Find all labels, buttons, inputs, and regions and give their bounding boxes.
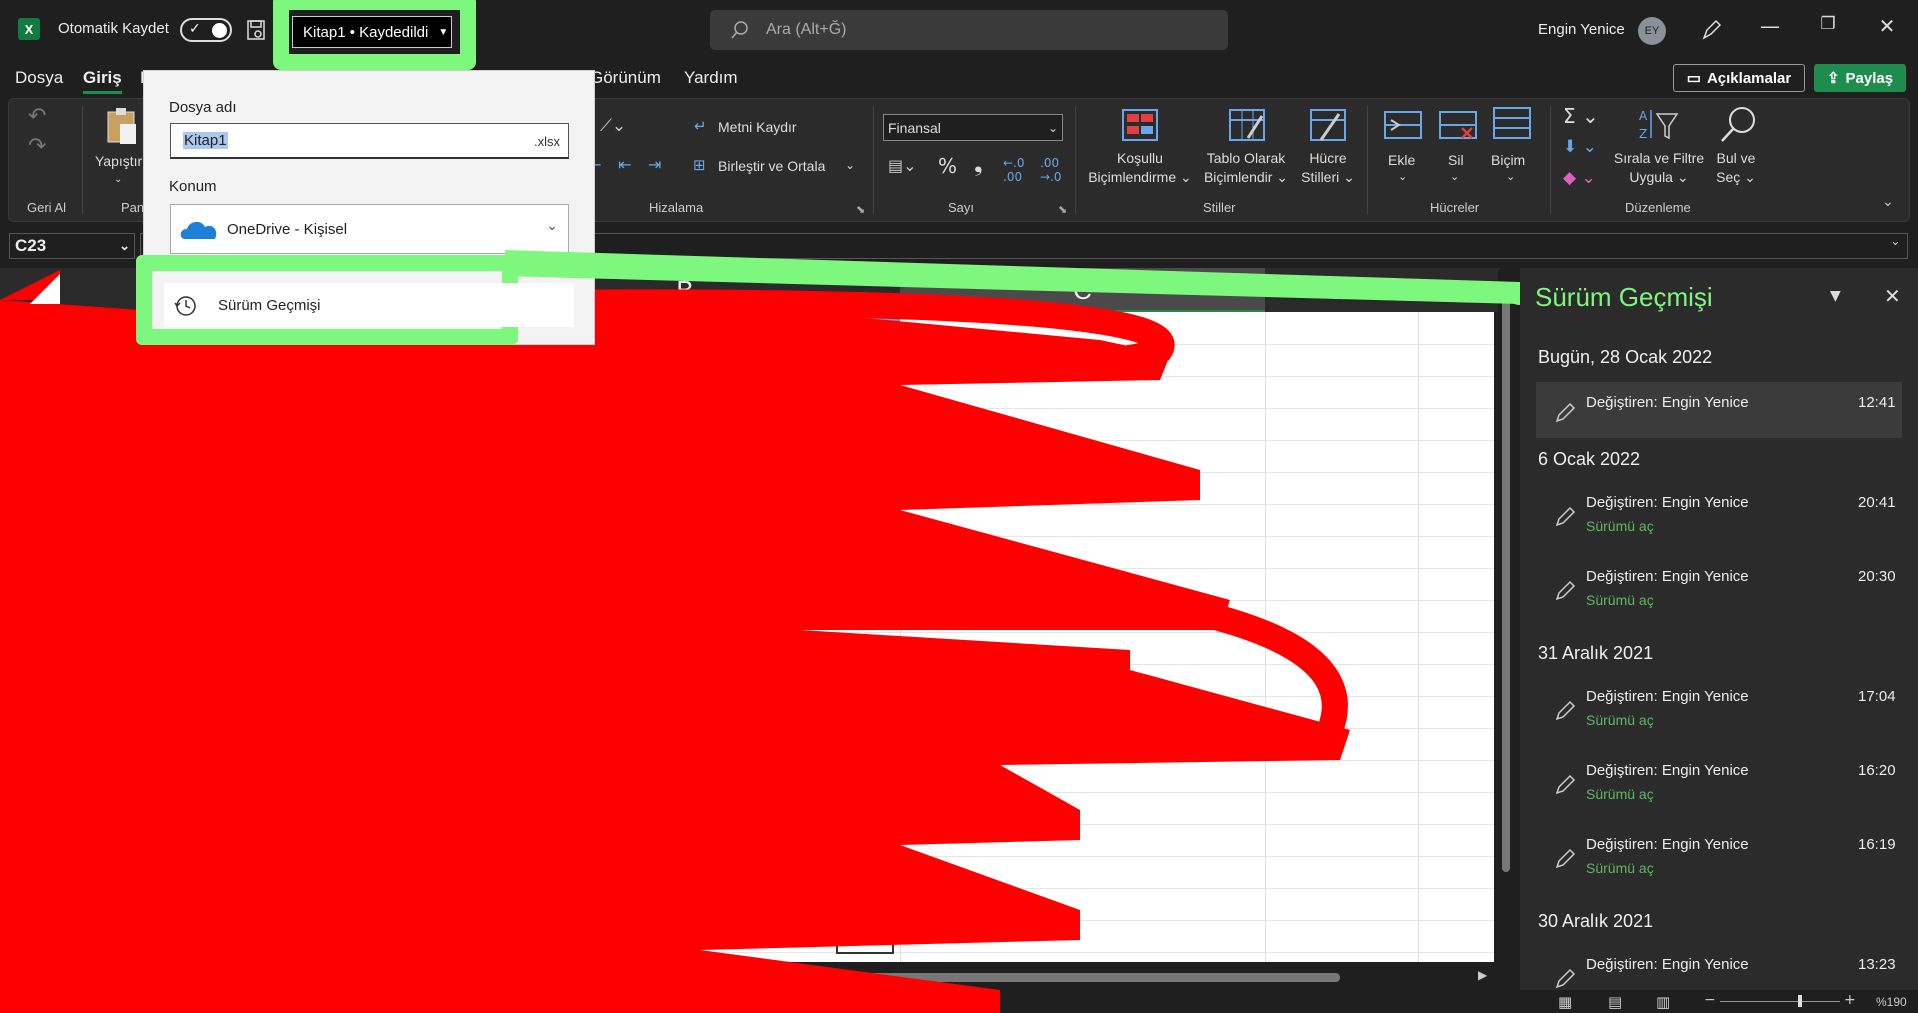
normal-view-icon[interactable]: ▦: [1558, 993, 1572, 1011]
version-author: Değiştiren: Engin Yenice: [1586, 836, 1749, 853]
zoom-slider[interactable]: [1720, 1001, 1840, 1002]
connector-arrow: [505, 250, 1520, 304]
close-icon[interactable]: ✕: [1884, 284, 1901, 308]
version-author: Değiştiren: Engin Yenice: [1586, 494, 1749, 511]
pencil-icon: [1555, 848, 1576, 869]
page-layout-icon[interactable]: ▤: [1608, 993, 1622, 1011]
pencil-icon: [1555, 506, 1576, 527]
open-version-link[interactable]: Sürümü aç: [1586, 712, 1654, 728]
version-item[interactable]: Değiştiren: Engin Yenice 13:23: [1536, 946, 1902, 992]
zoom-in-icon[interactable]: +: [1844, 992, 1856, 1008]
version-date: 31 Aralık 2021: [1538, 643, 1654, 663]
version-time: 20:30: [1858, 568, 1896, 585]
version-item[interactable]: Değiştiren: Engin Yenice 17:04 Sürümü aç: [1536, 678, 1902, 740]
version-history-panel: Sürüm Geçmişi ▼ ✕ Bugün, 28 Ocak 2022 De…: [1520, 268, 1918, 1013]
pencil-icon: [1555, 700, 1576, 721]
version-item[interactable]: Değiştiren: Engin Yenice 20:41 Sürümü aç: [1536, 484, 1902, 546]
status-bar: ▦ ▤ ▥ − + %190: [1520, 990, 1918, 1013]
version-author: Değiştiren: Engin Yenice: [1586, 762, 1749, 779]
version-time: 17:04: [1858, 688, 1896, 705]
version-author: Değiştiren: Engin Yenice: [1586, 956, 1749, 973]
pencil-icon: [1555, 402, 1576, 423]
version-item-selected[interactable]: Değiştiren: Engin Yenice 12:41: [1536, 382, 1902, 438]
version-item[interactable]: Değiştiren: Engin Yenice 16:20 Sürümü aç: [1536, 752, 1902, 814]
pencil-icon: [1555, 774, 1576, 795]
version-item[interactable]: Değiştiren: Engin Yenice 16:19 Sürümü aç: [1536, 826, 1902, 888]
version-date: 6 Ocak 2022: [1538, 449, 1641, 469]
panel-title: Sürüm Geçmişi: [1535, 282, 1713, 312]
version-author: Değiştiren: Engin Yenice: [1586, 688, 1749, 705]
version-time: 12:41: [1858, 394, 1896, 411]
open-version-link[interactable]: Sürümü aç: [1586, 518, 1654, 534]
version-author: Değiştiren: Engin Yenice: [1586, 568, 1749, 585]
version-date: Bugün, 28 Ocak 2022: [1538, 347, 1713, 367]
open-version-link[interactable]: Sürümü aç: [1586, 860, 1654, 876]
open-version-link[interactable]: Sürümü aç: [1586, 786, 1654, 802]
page-break-icon[interactable]: ▥: [1656, 993, 1670, 1011]
open-version-link[interactable]: Sürümü aç: [1586, 592, 1654, 608]
version-time: 16:19: [1858, 836, 1896, 853]
zoom-out-icon[interactable]: −: [1704, 992, 1716, 1008]
panel-options-icon[interactable]: ▼: [1830, 288, 1841, 304]
version-date: 30 Aralık 2021: [1538, 911, 1654, 931]
version-item[interactable]: Değiştiren: Engin Yenice 20:30 Sürümü aç: [1536, 558, 1902, 620]
version-time: 16:20: [1858, 762, 1896, 779]
zoom-level[interactable]: %190: [1876, 995, 1907, 1009]
pencil-icon: [1555, 580, 1576, 601]
pencil-icon: [1555, 968, 1576, 989]
version-author: Değiştiren: Engin Yenice: [1586, 394, 1749, 411]
version-time: 20:41: [1858, 494, 1896, 511]
zoom-slider-thumb[interactable]: [1798, 995, 1802, 1007]
version-time: 13:23: [1858, 956, 1896, 973]
